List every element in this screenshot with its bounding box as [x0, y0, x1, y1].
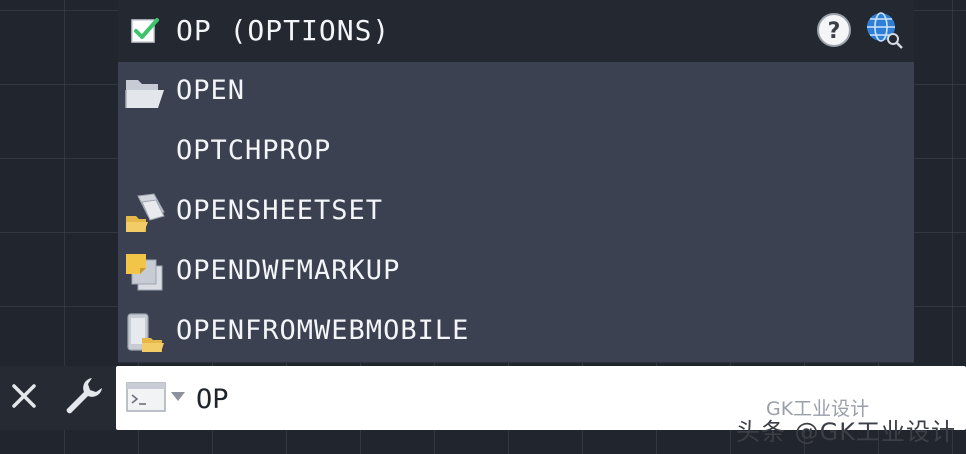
checkbox-checked-icon[interactable]	[130, 16, 160, 46]
suggestion-item-open[interactable]: OPEN	[118, 62, 914, 122]
suggestion-label: OPEN	[176, 75, 246, 106]
chevron-down-icon[interactable]	[170, 390, 186, 402]
suggestion-item-optchprop[interactable]: OPTCHPROP	[118, 122, 914, 182]
terminal-icon[interactable]	[126, 382, 166, 412]
suggestion-label: OPTCHPROP	[176, 135, 332, 166]
suggestion-item-opendwfmarkup[interactable]: OPENDWFMARKUP	[118, 242, 914, 302]
suggestion-label: OPENFROMWEBMOBILE	[176, 315, 470, 346]
close-icon[interactable]	[10, 382, 38, 410]
suggestion-label: OPENSHEETSET	[176, 195, 384, 226]
command-text[interactable]: OP	[196, 383, 229, 417]
mobile-folder-icon	[127, 313, 164, 352]
open-folder-icon	[125, 80, 164, 108]
suggestion-item-opensheetset[interactable]: OPENSHEETSET	[118, 182, 914, 242]
globe-search-icon[interactable]	[864, 10, 904, 50]
sheetset-folder-icon	[126, 193, 165, 232]
autocomplete-header: OP (OPTIONS) ?	[118, 0, 914, 62]
command-line-controls	[0, 366, 116, 430]
autocomplete-title[interactable]: OP (OPTIONS)	[176, 14, 390, 48]
suggestion-list: OPEN OPTCHPROP OPENSHEETSET OPENDWFMARKU…	[118, 62, 914, 363]
dwf-markup-icon	[126, 254, 163, 291]
suggestion-item-openfromwebmobile[interactable]: OPENFROMWEBMOBILE	[118, 302, 914, 362]
svg-text:?: ?	[828, 19, 841, 44]
question-circle-icon[interactable]: ?	[816, 12, 852, 48]
wrench-icon[interactable]	[64, 376, 104, 416]
suggestion-label: OPENDWFMARKUP	[176, 255, 401, 286]
watermark-main: 头条 @GK工业设计	[736, 418, 956, 446]
